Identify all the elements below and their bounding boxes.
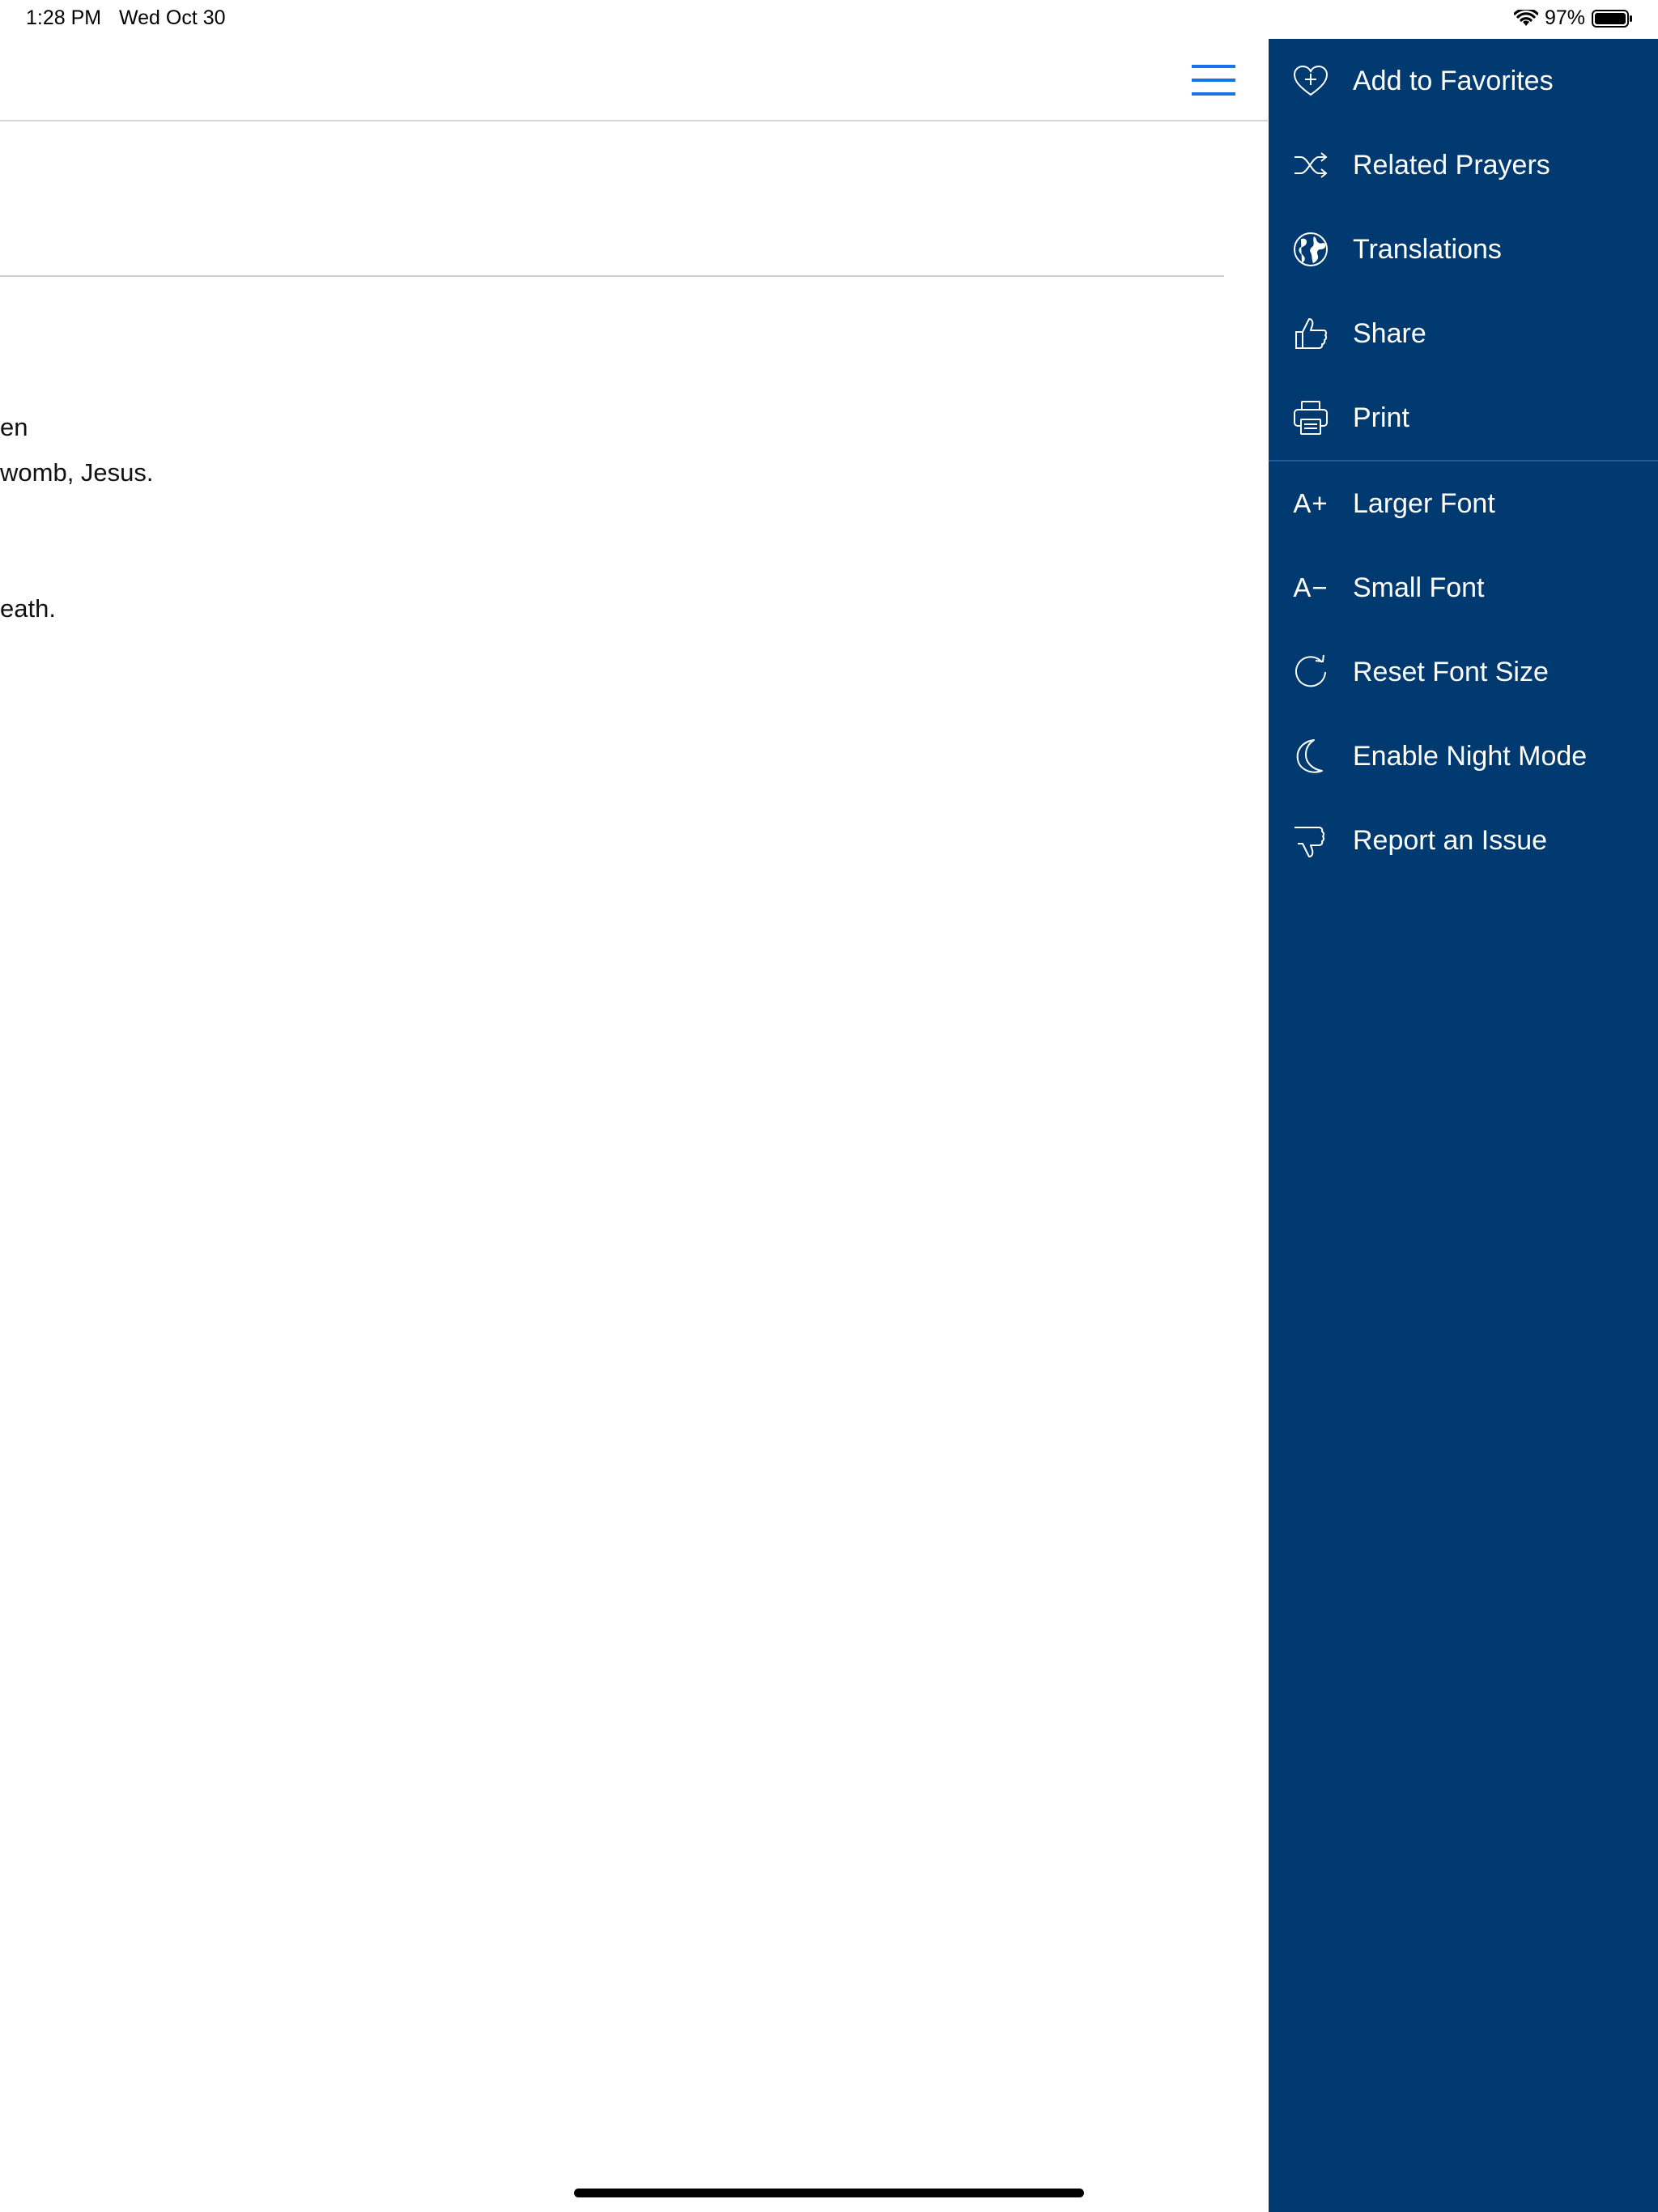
menu-item-label: Add to Favorites bbox=[1353, 65, 1554, 96]
menu-group-display: A+ Larger Font A− Small Font Reset Font … bbox=[1269, 462, 1658, 883]
hamburger-menu-icon bbox=[1192, 65, 1235, 96]
battery-icon bbox=[1592, 9, 1632, 28]
menu-item-label: Reset Font Size bbox=[1353, 656, 1549, 687]
home-indicator[interactable] bbox=[574, 2189, 1084, 2197]
font-larger-icon: A+ bbox=[1291, 484, 1330, 523]
menu-group-actions: Add to Favorites Related Prayers Transla… bbox=[1269, 39, 1658, 460]
battery-percent: 97% bbox=[1544, 6, 1585, 29]
menu-item-small-font[interactable]: A− Small Font bbox=[1269, 546, 1658, 630]
thumbs-down-icon bbox=[1291, 821, 1330, 860]
menu-item-label: Print bbox=[1353, 402, 1409, 433]
menu-item-translations[interactable]: Translations bbox=[1269, 207, 1658, 291]
printer-icon bbox=[1291, 398, 1330, 437]
wifi-icon bbox=[1513, 9, 1538, 26]
menu-item-report-an-issue[interactable]: Report an Issue bbox=[1269, 798, 1658, 883]
prayer-line: eath. bbox=[0, 594, 56, 623]
font-smaller-icon: A− bbox=[1291, 568, 1330, 607]
moon-icon bbox=[1291, 737, 1330, 776]
menu-item-label: Larger Font bbox=[1353, 487, 1495, 519]
menu-item-label: Report an Issue bbox=[1353, 824, 1548, 856]
content-pane: en womb, Jesus. eath. bbox=[0, 0, 1268, 2212]
menu-item-label: Related Prayers bbox=[1353, 149, 1550, 181]
menu-item-label: Small Font bbox=[1353, 572, 1485, 603]
navigation-bar bbox=[0, 39, 1268, 121]
menu-item-enable-night-mode[interactable]: Enable Night Mode bbox=[1269, 714, 1658, 798]
menu-item-related-prayers[interactable]: Related Prayers bbox=[1269, 123, 1658, 207]
menu-item-label: Share bbox=[1353, 317, 1426, 349]
menu-item-add-to-favorites[interactable]: Add to Favorites bbox=[1269, 39, 1658, 123]
status-indicators: 97% bbox=[1513, 6, 1634, 30]
menu-toggle-button[interactable] bbox=[1190, 63, 1237, 97]
globe-icon bbox=[1291, 230, 1330, 269]
menu-item-reset-font-size[interactable]: Reset Font Size bbox=[1269, 630, 1658, 714]
reset-icon bbox=[1291, 653, 1330, 691]
menu-item-share[interactable]: Share bbox=[1269, 291, 1658, 376]
status-time: 1:28 PM bbox=[26, 6, 102, 29]
menu-item-larger-font[interactable]: A+ Larger Font bbox=[1269, 462, 1658, 546]
font-larger-glyph: A+ bbox=[1293, 488, 1329, 518]
shuffle-icon bbox=[1291, 146, 1330, 185]
side-menu: Add to Favorites Related Prayers Transla… bbox=[1269, 39, 1658, 2212]
status-date: Wed Oct 30 bbox=[119, 6, 226, 29]
font-smaller-glyph: A− bbox=[1293, 572, 1329, 602]
menu-item-label: Enable Night Mode bbox=[1353, 740, 1588, 772]
prayer-line: en bbox=[0, 413, 28, 441]
prayer-line: womb, Jesus. bbox=[0, 458, 154, 487]
status-bar: 1:28 PM Wed Oct 30 97% bbox=[0, 0, 1658, 39]
heart-plus-icon bbox=[1291, 62, 1330, 100]
thumbs-up-icon bbox=[1291, 314, 1330, 353]
menu-item-print[interactable]: Print bbox=[1269, 376, 1658, 460]
prayer-title-area bbox=[0, 121, 1224, 277]
menu-item-label: Translations bbox=[1353, 233, 1502, 265]
